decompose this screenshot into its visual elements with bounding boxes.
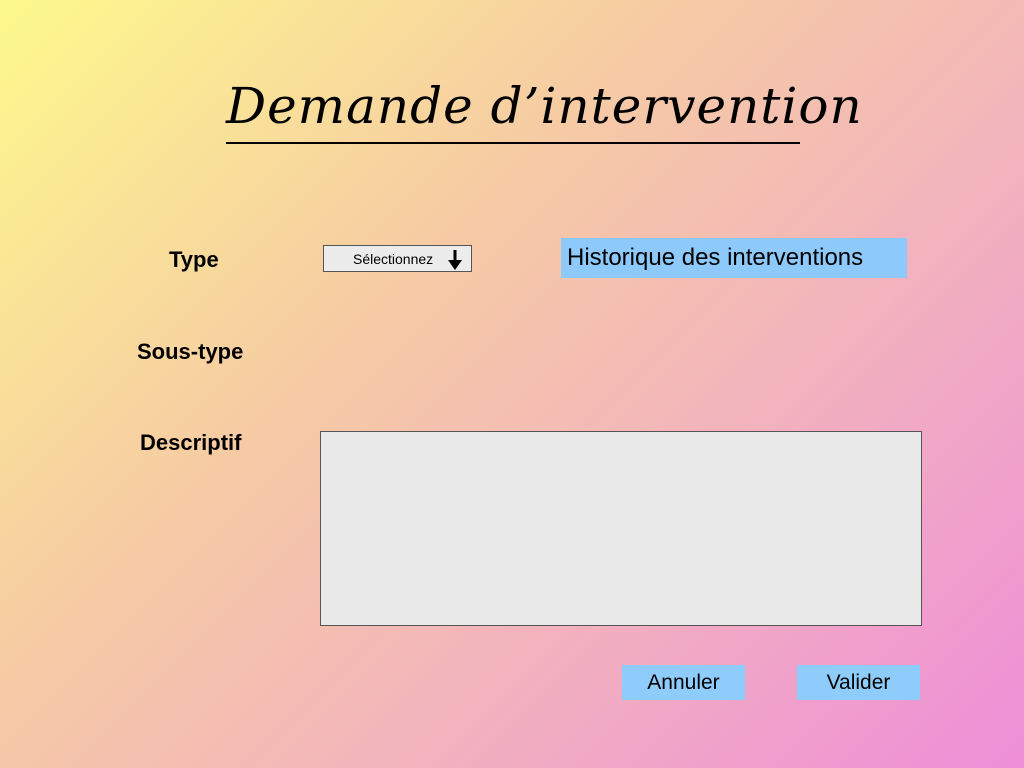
subtype-label: Sous-type <box>137 339 244 364</box>
type-label: Type <box>169 247 219 272</box>
validate-button[interactable]: Valider <box>797 665 920 700</box>
cancel-button[interactable]: Annuler <box>622 665 745 700</box>
page-title: Demande d’intervention <box>226 72 862 144</box>
arrow-down-icon <box>448 250 462 270</box>
type-select-value: Sélectionnez <box>353 251 434 267</box>
description-label: Descriptif <box>140 430 242 455</box>
type-select[interactable]: Sélectionnez <box>323 245 472 272</box>
history-button[interactable]: Historique des interventions <box>561 238 907 278</box>
description-textarea[interactable] <box>320 431 922 626</box>
